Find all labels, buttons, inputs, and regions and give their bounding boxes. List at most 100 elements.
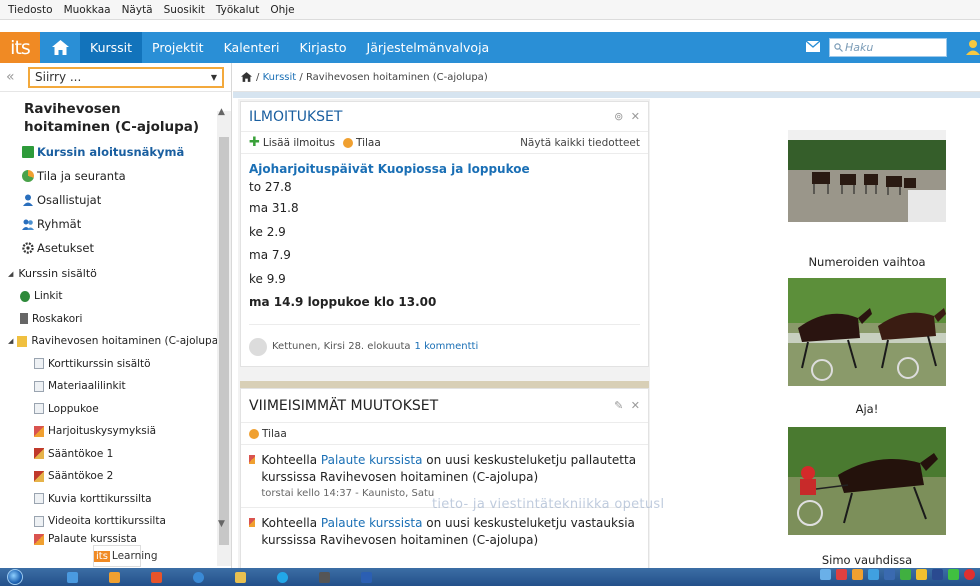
- scroll-down-icon[interactable]: ▼: [218, 519, 225, 529]
- taskbar-app-browser[interactable]: [178, 569, 218, 585]
- announcement-author[interactable]: Kettunen, Kirsi: [272, 341, 345, 352]
- taskbar-app-media[interactable]: [304, 569, 344, 585]
- sidebar-item-label: Ryhmät: [37, 217, 82, 232]
- tree-item-final-exam[interactable]: Loppukoe: [0, 397, 231, 420]
- subscribe-button[interactable]: Tilaa: [249, 428, 287, 440]
- tray-icon[interactable]: [820, 569, 831, 580]
- breadcrumb-courses-link[interactable]: Kurssit: [263, 72, 297, 83]
- subscribe-icon: [249, 428, 259, 439]
- tab-projects[interactable]: Projektit: [142, 32, 214, 63]
- menu-tools[interactable]: Työkalut: [216, 4, 259, 16]
- harness-race-illustration: [788, 140, 946, 222]
- taskbar-app-explorer[interactable]: [52, 569, 92, 585]
- menu-view[interactable]: Näytä: [122, 4, 153, 16]
- recent-changes-panel: VIIMEISIMMÄT MUUTOKSET ✎ ✕ Tilaa Kohteel…: [240, 388, 649, 569]
- tree-collapse-icon: ◢: [8, 337, 14, 346]
- collapse-sidebar-icon[interactable]: «: [6, 69, 28, 85]
- add-announcement-button[interactable]: ✚ Lisää ilmoitus: [249, 135, 335, 150]
- tray-icon[interactable]: [964, 569, 975, 580]
- tray-icon[interactable]: [948, 569, 959, 580]
- tray-icon[interactable]: [932, 569, 943, 580]
- office-icon: [150, 571, 162, 583]
- close-icon[interactable]: ✕: [631, 110, 640, 123]
- subscribe-button[interactable]: Tilaa: [343, 137, 381, 149]
- recent-change-item: Kohteella Palaute kurssista on uusi kesk…: [241, 508, 648, 568]
- tray-icon[interactable]: [916, 569, 927, 580]
- change-target-link[interactable]: Palaute kurssista: [321, 516, 423, 530]
- menu-file[interactable]: Tiedosto: [8, 4, 53, 16]
- menu-help[interactable]: Ohje: [270, 4, 294, 16]
- tree-item-course-folder[interactable]: ◢ Ravihevosen hoitaminen (C-ajolupa): [0, 330, 231, 353]
- tree-item-label: Sääntökoe 1: [48, 447, 114, 460]
- announcement-line: ke 2.9: [249, 224, 286, 239]
- home-button[interactable]: [40, 32, 80, 63]
- scroll-up-icon[interactable]: ▲: [218, 107, 225, 117]
- menu-favorites[interactable]: Suosikit: [164, 4, 205, 16]
- tree-item-course-videos[interactable]: Videoita korttikurssilta: [0, 510, 231, 533]
- gallery-caption-1: Numeroiden vaihtoa: [808, 255, 926, 269]
- sidebar-item-settings[interactable]: Asetukset: [0, 236, 231, 260]
- tab-library[interactable]: Kirjasto: [290, 32, 357, 63]
- tray-icon[interactable]: [852, 569, 863, 580]
- tree-item-practice-questions[interactable]: Harjoituskysymyksiä: [0, 420, 231, 443]
- tab-admin[interactable]: Järjestelmänvalvoja: [357, 32, 500, 63]
- change-target-link[interactable]: Palaute kurssista: [321, 453, 423, 467]
- page-icon: [34, 493, 44, 505]
- itslearning-logo[interactable]: its: [0, 32, 40, 63]
- tree-item-rules-test-1[interactable]: Sääntökoe 1: [0, 442, 231, 465]
- change-text: on uusi keskusteluketju vastauksia kurss…: [261, 516, 635, 548]
- taskbar-app-skype[interactable]: [262, 569, 302, 585]
- home-icon[interactable]: [241, 72, 252, 82]
- announcement-line: ma 31.8: [249, 201, 299, 215]
- taskbar-app-office[interactable]: [136, 569, 176, 585]
- search-input[interactable]: Haku: [829, 38, 947, 57]
- taskbar-app-folder[interactable]: [220, 569, 260, 585]
- tab-calendar[interactable]: Kalenteri: [214, 32, 290, 63]
- mail-icon[interactable]: [806, 41, 820, 52]
- announcement-line: ma 7.9: [249, 248, 291, 262]
- tray-icon[interactable]: [868, 569, 879, 580]
- tab-courses[interactable]: Kurssit: [80, 32, 143, 63]
- announcement-comments-link[interactable]: 1 kommentti: [415, 341, 479, 352]
- tree-item-course-content[interactable]: Korttikurssin sisältö: [0, 352, 231, 375]
- gallery-photo-2[interactable]: [788, 278, 946, 386]
- tree-item-links[interactable]: Linkit: [0, 285, 231, 308]
- gallery-photo-1[interactable]: [788, 130, 946, 222]
- user-icon: [23, 194, 33, 207]
- gallery-photo-3[interactable]: [788, 427, 946, 535]
- announcement-line-final: ma 14.9 loppukoe klo 13.00: [249, 295, 437, 309]
- show-all-announcements-link[interactable]: Näytä kaikki tiedotteet: [520, 137, 640, 149]
- start-button[interactable]: [0, 568, 30, 586]
- tree-item-trash[interactable]: Roskakori: [0, 307, 231, 330]
- sidebar-item-status[interactable]: Tila ja seuranta: [0, 164, 231, 188]
- tree-item-course-photos[interactable]: Kuvia korttikurssilta: [0, 487, 231, 510]
- tray-icon[interactable]: [900, 569, 911, 580]
- taskbar-app-word[interactable]: [346, 569, 386, 585]
- panel-divider-strip: [240, 381, 649, 388]
- taskbar-app-outlook[interactable]: [94, 569, 134, 585]
- sidebar-item-participants[interactable]: Osallistujat: [0, 188, 231, 212]
- tree-item-label: Ravihevosen hoitaminen (C-ajolupa): [31, 335, 223, 348]
- announcement-title[interactable]: Ajoharjoituspäivät Kuopiossa ja loppukoe: [241, 154, 648, 178]
- sidebar-scroll-thumb[interactable]: [219, 137, 229, 545]
- rss-icon[interactable]: ⊚: [614, 110, 623, 123]
- tree-item-material-links[interactable]: Materiaalilinkit: [0, 375, 231, 398]
- menu-edit[interactable]: Muokkaa: [64, 4, 111, 16]
- add-announcement-label: Lisää ilmoitus: [262, 136, 335, 149]
- tray-icon[interactable]: [836, 569, 847, 580]
- content-heading-label: Kurssin sisältö: [18, 267, 97, 281]
- edit-icon[interactable]: ✎: [614, 399, 623, 412]
- close-icon[interactable]: ✕: [631, 399, 640, 412]
- goto-dropdown[interactable]: Siirry ... ▼: [28, 66, 224, 88]
- sidebar-item-groups[interactable]: Ryhmät: [0, 212, 231, 236]
- users-icon: [22, 219, 34, 231]
- top-navigation: its Kurssit Projektit Kalenteri Kirjasto…: [0, 32, 980, 63]
- itslearning-footer-tab[interactable]: its Learning: [93, 545, 158, 567]
- search-placeholder: Haku: [845, 41, 874, 54]
- tray-icon[interactable]: [884, 569, 895, 580]
- sidebar-content-heading[interactable]: ◢ Kurssin sisältö: [0, 262, 231, 285]
- tree-item-rules-test-2[interactable]: Sääntökoe 2: [0, 465, 231, 488]
- user-icon[interactable]: [966, 40, 980, 55]
- avatar: [249, 337, 267, 356]
- sidebar-item-course-home[interactable]: Kurssin aloitusnäkymä: [0, 140, 231, 164]
